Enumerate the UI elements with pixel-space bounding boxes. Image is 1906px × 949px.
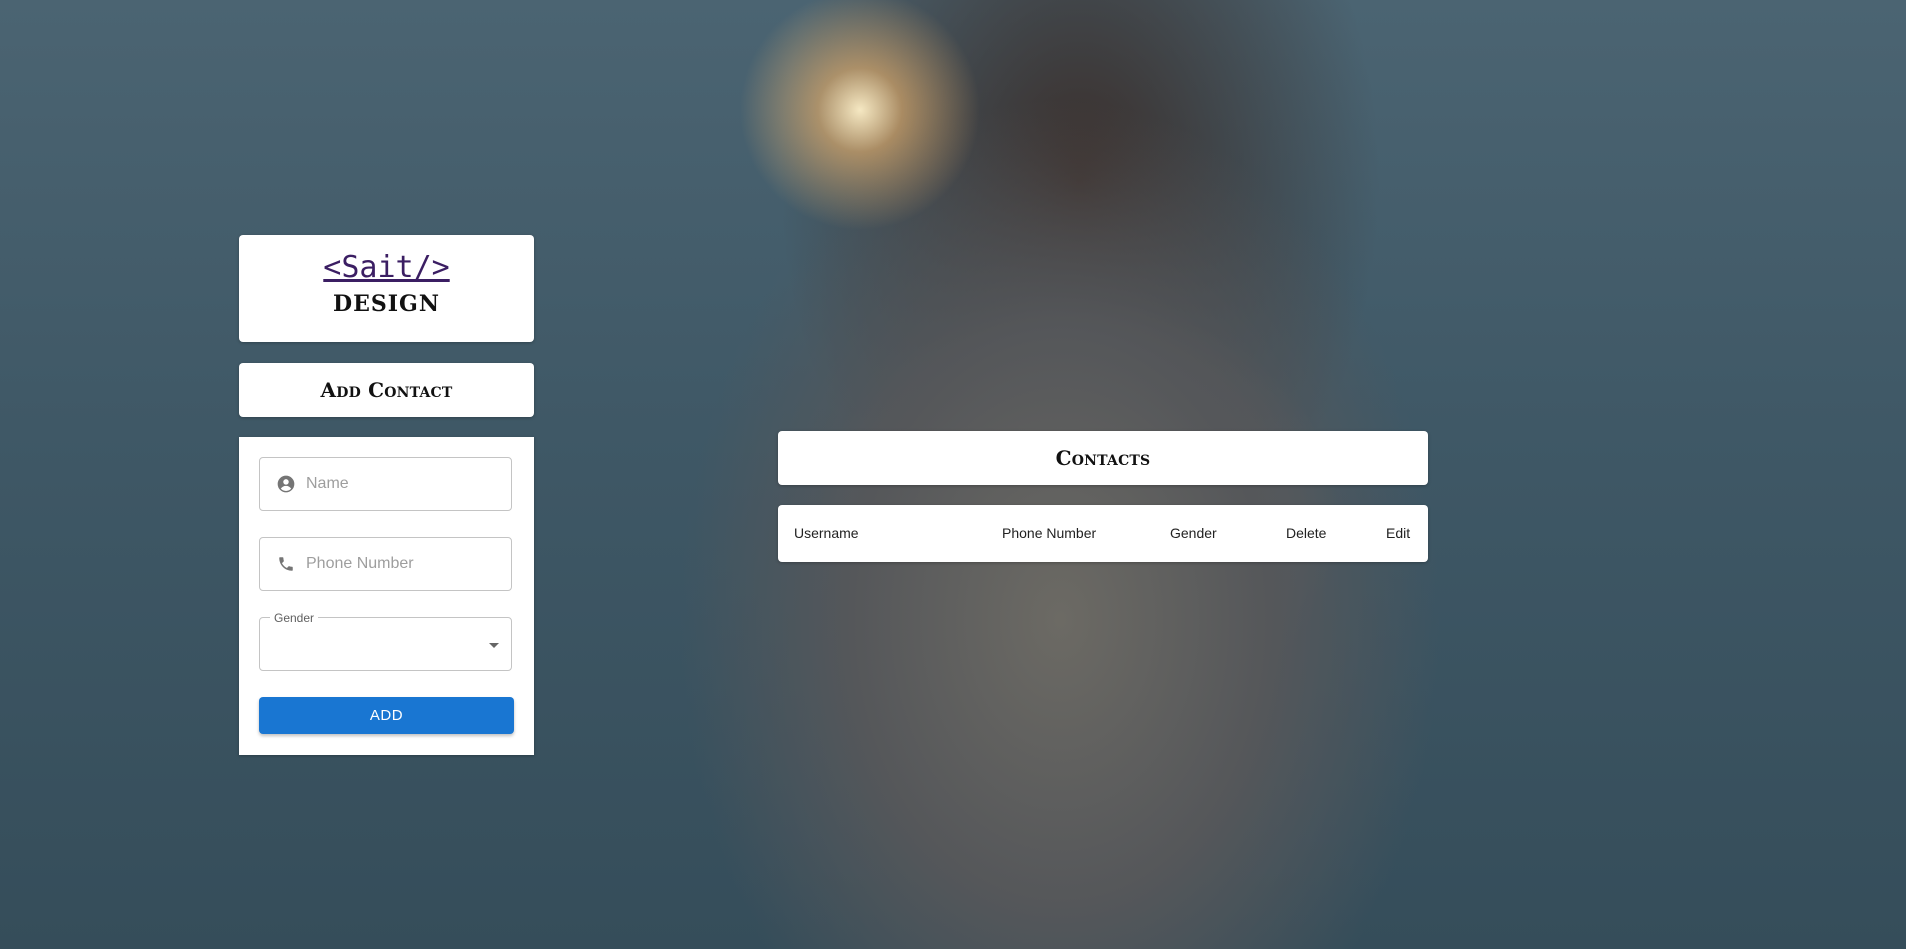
contacts-title: Contacts <box>1055 446 1151 470</box>
column-header-edit: Edit <box>1386 525 1411 541</box>
logo-link[interactable]: <Sait/> <box>239 250 534 285</box>
gender-select[interactable]: Gender <box>259 611 512 671</box>
contacts-header: Contacts <box>778 431 1428 485</box>
phone-input[interactable] <box>306 555 496 573</box>
column-header-gender: Gender <box>1170 525 1217 541</box>
add-button[interactable]: ADD <box>259 697 514 734</box>
column-header-delete: Delete <box>1286 525 1327 541</box>
column-header-phone-number: Phone Number <box>1002 525 1097 541</box>
dropdown-arrow-icon <box>489 643 499 648</box>
logo-subtitle: DESIGN <box>333 291 440 317</box>
add-contact-form: Gender ADD <box>239 437 534 755</box>
phone-icon <box>276 554 296 574</box>
name-input[interactable] <box>306 475 496 493</box>
column-header-username: Username <box>794 525 859 541</box>
logo-card: <Sait/> DESIGN <box>239 235 534 342</box>
add-contact-title: Add Contact <box>320 378 453 402</box>
contacts-table-header: Username Phone Number Gender Delete Edit <box>778 505 1428 562</box>
phone-field[interactable] <box>259 537 512 591</box>
account-circle-icon <box>276 474 296 494</box>
add-contact-header: Add Contact <box>239 363 534 417</box>
gender-label: Gender <box>270 611 319 625</box>
name-field[interactable] <box>259 457 512 511</box>
